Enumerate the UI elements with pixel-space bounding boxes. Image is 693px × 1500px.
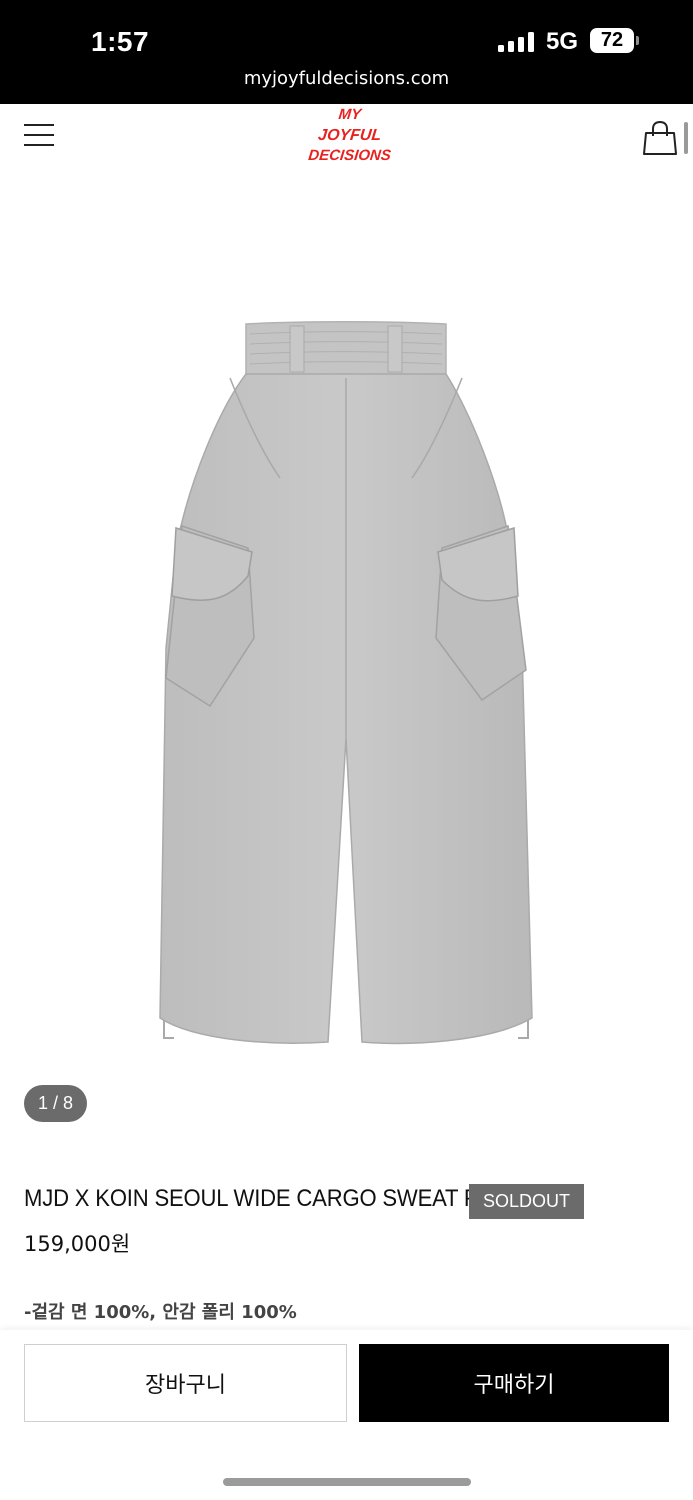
product-title: MJD X KOIN SEOUL WIDE CARGO SWEAT PANTS [24, 1185, 535, 1212]
battery-level: 72 [600, 29, 624, 51]
status-badge: SOLDOUT [469, 1184, 584, 1219]
battery-tip [636, 36, 639, 45]
logo-line-1: MY [338, 106, 364, 123]
network-type: 5G [546, 28, 579, 55]
cellular-signal-icon [498, 32, 534, 52]
product-material: -겉감 면 100%, 안감 폴리 100% [24, 1302, 297, 1323]
status-time: 1:57 [91, 26, 150, 57]
hamburger-menu-icon[interactable] [24, 122, 54, 148]
logo-line-2: JOYFUL [317, 126, 382, 144]
browser-url[interactable]: myjoyfuldecisions.com [0, 68, 693, 89]
site-header: MY JOYFUL DECISIONS [0, 104, 693, 174]
shopping-bag-icon[interactable] [643, 120, 677, 156]
product-price: 159,000원 [24, 1232, 131, 1256]
status-bar: 1:57 5G 72 myjoyfuldecisions.com [0, 0, 693, 104]
battery-icon: 72 [590, 28, 634, 53]
bottom-action-bar: 장바구니 구매하기 [0, 1330, 693, 1500]
page-scrollbar[interactable] [684, 122, 688, 154]
logo-line-3: DECISIONS [307, 147, 391, 164]
gallery-counter: 1 / 8 [24, 1085, 87, 1122]
add-to-cart-button[interactable]: 장바구니 [24, 1344, 347, 1422]
brand-logo[interactable]: MY JOYFUL DECISIONS [296, 104, 402, 166]
buy-now-button[interactable]: 구매하기 [359, 1344, 669, 1422]
product-image[interactable] [150, 318, 540, 1048]
home-indicator[interactable] [223, 1478, 471, 1486]
